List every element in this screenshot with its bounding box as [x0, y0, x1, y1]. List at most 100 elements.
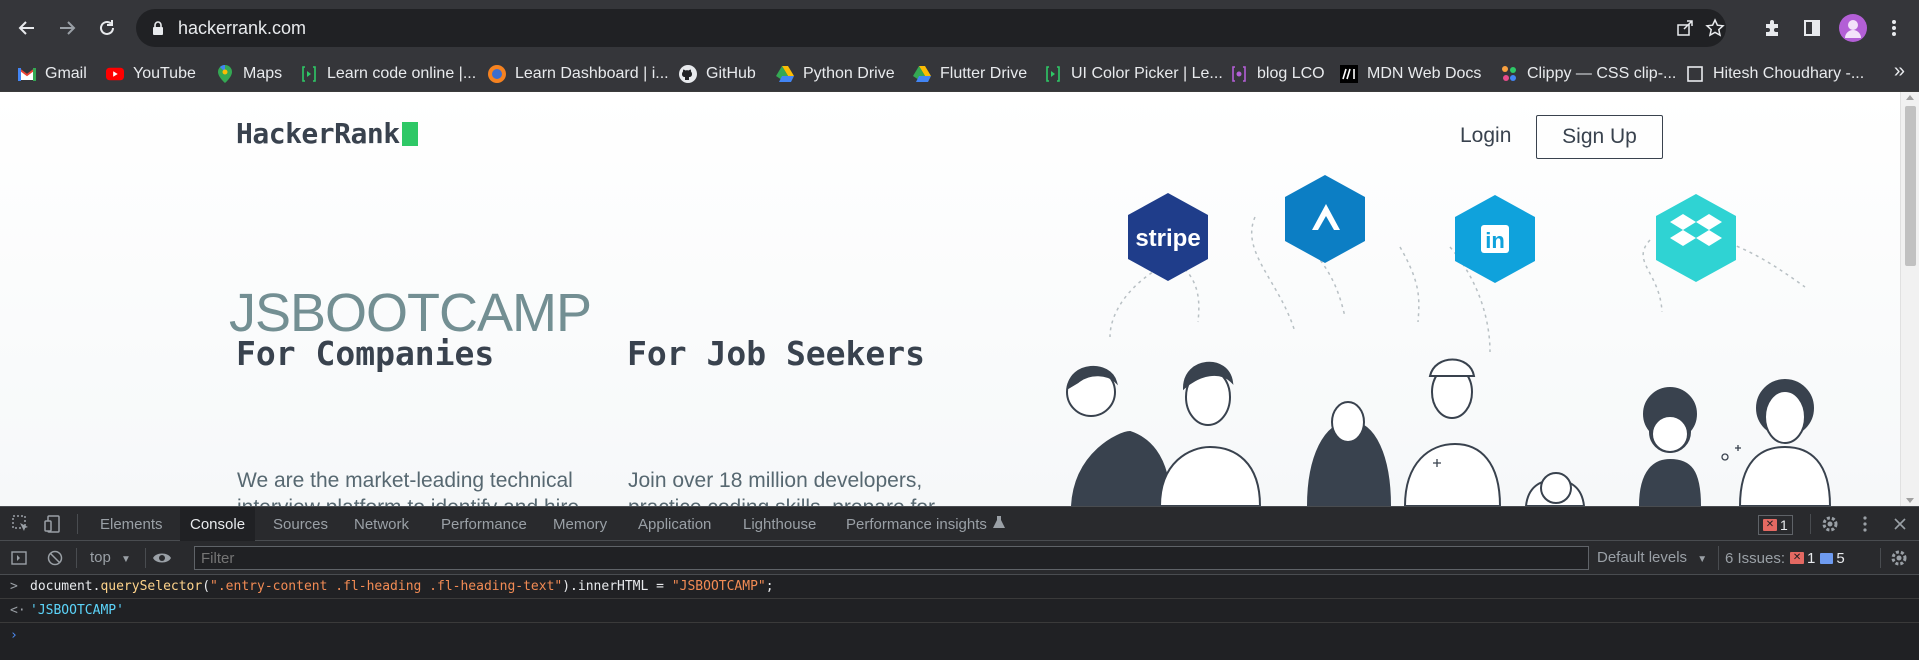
bookmarks-more-button[interactable]: »	[1894, 60, 1905, 83]
bookmarks-bar: Gmail YouTube Maps Learn code online |..…	[0, 56, 1919, 92]
drive-icon	[913, 65, 931, 83]
console-filter-input[interactable]	[194, 546, 1589, 570]
tab-application[interactable]: Application	[628, 507, 721, 541]
bookmark-blog-lco[interactable]: blog LCO	[1230, 56, 1325, 92]
devtools-tabbar: Elements Console Sources Network Perform…	[0, 507, 1919, 542]
tab-network[interactable]: Network	[344, 507, 419, 541]
bookmark-color-picker[interactable]: UI Color Picker | Le...	[1044, 56, 1223, 92]
context-selector[interactable]: top ▼	[90, 549, 131, 566]
youtube-icon	[106, 65, 124, 83]
svg-text:stripe: stripe	[1135, 225, 1200, 252]
seekers-text-2: practice coding skills, prepare for	[628, 496, 935, 506]
console-settings-gear-icon[interactable]	[1889, 548, 1909, 568]
avatar[interactable]	[1836, 11, 1870, 45]
bookmark-flutter-drive[interactable]: Flutter Drive	[913, 56, 1027, 92]
result-arrow-icon: <·	[10, 603, 26, 618]
live-expression-eye-icon[interactable]	[152, 548, 172, 568]
lock-icon	[153, 21, 163, 35]
devtools-panel: Elements Console Sources Network Perform…	[0, 506, 1919, 659]
bookmark-learn-code[interactable]: Learn code online |...	[300, 56, 476, 92]
input-chevron-icon: >	[10, 579, 18, 594]
devtools-menu-icon[interactable]	[1855, 514, 1875, 534]
issues-error-badge: ✕ 1	[1790, 550, 1815, 567]
console-prompt-input[interactable]: ›	[0, 623, 1919, 647]
reload-icon[interactable]	[90, 11, 124, 45]
bookmark-maps[interactable]: Maps	[216, 56, 282, 92]
scroll-down-arrow-icon[interactable]	[1906, 498, 1914, 503]
bookmark-clippy[interactable]: Clippy — CSS clip-...	[1500, 56, 1676, 92]
message-icon	[1820, 552, 1834, 564]
side-panel-icon[interactable]	[1795, 11, 1829, 45]
seekers-heading[interactable]: For Job Seekers	[627, 334, 925, 373]
bookmark-python-drive[interactable]: Python Drive	[776, 56, 895, 92]
page-viewport: HackerRank Login Sign Up JSBOOTCAMP For …	[0, 92, 1919, 506]
scrollbar-thumb[interactable]	[1905, 106, 1916, 266]
tab-lighthouse[interactable]: Lighthouse	[733, 507, 826, 541]
divider	[1880, 548, 1881, 568]
divider	[145, 548, 146, 568]
svg-text:in: in	[1485, 228, 1505, 253]
color-picker-icon	[1044, 65, 1062, 83]
bookmark-youtube[interactable]: YouTube	[106, 56, 196, 92]
drive-icon	[776, 65, 794, 83]
bookmark-hitesh[interactable]: Hitesh Choudhary -...	[1686, 56, 1864, 92]
browser-toolbar: hackerrank.com	[0, 0, 1919, 56]
tab-console[interactable]: Console	[180, 507, 256, 542]
seekers-text: Join over 18 million developers,	[628, 469, 923, 492]
sidebar-toggle-icon[interactable]	[9, 548, 29, 568]
companies-text: We are the market-leading technical	[237, 469, 573, 492]
learn-dashboard-icon	[488, 65, 506, 83]
maps-icon	[216, 65, 234, 83]
mdn-icon	[1340, 65, 1358, 83]
bookmark-gmail[interactable]: Gmail	[18, 56, 87, 92]
error-icon: ✕	[1763, 519, 1777, 531]
address-bar[interactable]: hackerrank.com	[136, 9, 1726, 47]
close-icon[interactable]	[1890, 514, 1910, 534]
console-result-line[interactable]: <· 'JSBOOTCAMP'	[0, 599, 1919, 623]
chrome-menu-icon[interactable]	[1877, 11, 1911, 45]
tab-sources[interactable]: Sources	[263, 507, 338, 541]
bookmark-github[interactable]: GitHub	[679, 56, 756, 92]
bookmark-mdn[interactable]: MDN Web Docs	[1340, 56, 1481, 92]
atlassian-hex-logo	[1285, 175, 1365, 263]
companies-text-2: interview platform to identify and hire	[237, 496, 579, 506]
log-levels-dropdown[interactable]: Default levels ▼	[1597, 549, 1707, 566]
issues-message-badge: 5	[1820, 550, 1845, 567]
divider	[1810, 514, 1811, 534]
console-command-line[interactable]: > document. querySelector(".entry-content…	[0, 575, 1919, 599]
divider	[77, 514, 78, 534]
hackerrank-logo[interactable]: HackerRank	[236, 117, 418, 150]
clear-console-icon[interactable]	[45, 548, 65, 568]
console-output: > document. querySelector(".entry-content…	[0, 575, 1919, 660]
page-scrollbar[interactable]	[1900, 92, 1919, 506]
settings-gear-icon[interactable]	[1820, 514, 1840, 534]
scroll-up-arrow-icon[interactable]	[1906, 95, 1914, 100]
hackerrank-page: HackerRank Login Sign Up JSBOOTCAMP For …	[0, 92, 1900, 506]
inspect-element-icon[interactable]	[11, 514, 31, 534]
bookmark-star-icon[interactable]	[1702, 15, 1728, 41]
stripe-hex-logo: stripe	[1128, 193, 1208, 281]
share-icon[interactable]	[1672, 15, 1698, 41]
forward-arrow-icon[interactable]	[50, 11, 84, 45]
error-icon: ✕	[1790, 552, 1805, 564]
companies-heading[interactable]: For Companies	[236, 334, 494, 373]
extensions-icon[interactable]	[1755, 11, 1789, 45]
back-arrow-icon[interactable]	[10, 11, 44, 45]
tab-performance-insights[interactable]: Performance insights	[836, 507, 1015, 541]
tab-performance[interactable]: Performance	[431, 507, 537, 541]
issues-counter[interactable]: 6 Issues: ✕ 1 5	[1718, 546, 1851, 570]
error-count-badge[interactable]: ✕ 1	[1758, 515, 1793, 535]
blog-icon	[1230, 65, 1248, 83]
bookmark-learn-dashboard[interactable]: Learn Dashboard | i...	[488, 56, 669, 92]
divider	[76, 548, 77, 568]
gmail-icon	[18, 65, 36, 83]
dropdown-arrow-icon: ▼	[1697, 554, 1708, 565]
tab-memory[interactable]: Memory	[543, 507, 617, 541]
device-toolbar-icon[interactable]	[43, 514, 63, 534]
learn-code-icon	[300, 65, 318, 83]
tab-elements[interactable]: Elements	[90, 507, 173, 541]
prompt-chevron-icon: ›	[10, 627, 18, 643]
flask-icon	[992, 515, 1005, 533]
dropdown-arrow-icon: ▼	[121, 554, 131, 565]
dropbox-hex-logo	[1656, 194, 1736, 282]
